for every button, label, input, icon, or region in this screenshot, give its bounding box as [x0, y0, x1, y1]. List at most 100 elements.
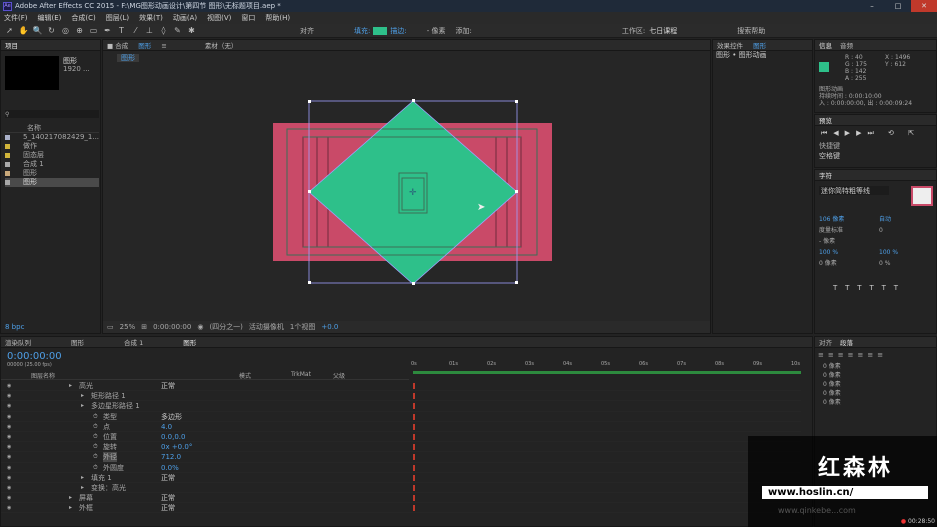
keyframe-marker[interactable]: [413, 474, 415, 481]
menu-item-2[interactable]: 合成(C): [71, 13, 95, 23]
workspace-select[interactable]: 七日课程: [649, 26, 677, 36]
keyframe-marker[interactable]: [413, 444, 415, 451]
project-item[interactable]: 固态层: [5, 151, 99, 160]
visibility-eye-icon[interactable]: ◉: [7, 412, 11, 422]
timeline-row-value[interactable]: 0.0%: [161, 463, 179, 473]
timeline-row-value[interactable]: 正常: [161, 503, 175, 513]
twirl-icon[interactable]: ▸: [69, 493, 72, 503]
project-search-input[interactable]: ⚲: [5, 110, 99, 118]
pen-tool-icon[interactable]: ✒: [102, 25, 113, 36]
twirl-icon[interactable]: ⏱: [93, 452, 98, 462]
paragraph-align-buttons[interactable]: ≡≡≡≡≡≡≡: [815, 348, 936, 362]
paragraph-value[interactable]: 0 像素: [823, 398, 936, 407]
text-style-buttons[interactable]: TTTTTT: [833, 284, 906, 292]
visibility-eye-icon[interactable]: ◉: [7, 432, 11, 442]
tsume[interactable]: 0 %: [879, 260, 890, 267]
text-tool-icon[interactable]: T: [116, 25, 127, 36]
tracking[interactable]: 0: [879, 227, 883, 234]
minimize-button[interactable]: –: [859, 0, 885, 12]
twirl-icon[interactable]: ▸: [69, 503, 72, 513]
bpc-indicator[interactable]: 8 bpc: [5, 323, 24, 331]
add-label[interactable]: 添加:: [455, 26, 471, 36]
paragraph-value[interactable]: 0 像素: [823, 371, 936, 380]
timeline-timecode[interactable]: 0:00:00:00: [7, 351, 62, 362]
roto-tool-icon[interactable]: ✎: [172, 25, 183, 36]
monitor-icon[interactable]: ▭: [107, 323, 114, 331]
menu-item-3[interactable]: 图层(L): [106, 13, 129, 23]
puppet-tool-icon[interactable]: ✱: [186, 25, 197, 36]
baseline-shift[interactable]: 0 像素: [819, 260, 837, 267]
timeline-row[interactable]: ◉ ▸ 外框 正常: [1, 503, 801, 514]
visibility-eye-icon[interactable]: ◉: [7, 503, 11, 513]
twirl-icon[interactable]: ⏱: [93, 412, 98, 422]
work-area-bar[interactable]: [413, 371, 801, 374]
tab-align[interactable]: 对齐: [819, 337, 832, 347]
timeline-row-value[interactable]: 正常: [161, 381, 175, 391]
keyframe-marker[interactable]: [413, 495, 415, 502]
horizontal-scale[interactable]: 100 %: [879, 249, 898, 256]
timeline-row-value[interactable]: 4.0: [161, 422, 172, 432]
timeline-row[interactable]: ◉ ▸ 填充 1 正常: [1, 473, 801, 483]
twirl-icon[interactable]: ▸: [81, 391, 84, 401]
playback-controls[interactable]: ⏮◀▶▶⏭ ⟲ ⇱: [815, 126, 936, 141]
search-help[interactable]: 搜索帮助: [737, 26, 765, 36]
visibility-eye-icon[interactable]: ◉: [7, 401, 11, 411]
keyframe-marker[interactable]: [413, 383, 415, 389]
timeline-row[interactable]: ◉ ▸ 矩形路径 1: [1, 391, 801, 402]
timeline-row[interactable]: ◉ ⏱ 位置 0.0,0.0: [1, 432, 801, 443]
timeline-row[interactable]: ◉ ⏱ 外径 712.0: [1, 452, 801, 463]
timeline-row[interactable]: ◉ ▸ 多边星形路径 1: [1, 401, 801, 412]
twirl-icon[interactable]: ▸: [81, 483, 84, 493]
timeline-row-value[interactable]: 正常: [161, 493, 175, 503]
vertical-scale[interactable]: 100 %: [819, 249, 838, 256]
tab-info[interactable]: 信息: [819, 40, 832, 50]
twirl-icon[interactable]: ▸: [81, 401, 84, 411]
tab-preview[interactable]: 预览: [819, 115, 832, 125]
camera-tool-icon[interactable]: ◎: [60, 25, 71, 36]
shortcut-select[interactable]: 空格键: [815, 151, 936, 161]
project-item[interactable]: 做作: [5, 142, 99, 151]
timeline-row[interactable]: ◉ ▸ 变换：高光: [1, 483, 801, 494]
comp-viewer[interactable]: ✛ ➤: [103, 40, 712, 322]
stroke-width[interactable]: - 像素: [427, 26, 446, 36]
time-ruler[interactable]: 0s 01s 02s 03s 04s 05s 06s 07s 08s 09s 10s: [411, 359, 801, 371]
stroke-size[interactable]: - 像素: [819, 238, 835, 245]
views-select[interactable]: 1个视图: [290, 322, 315, 332]
maximize-button[interactable]: □: [885, 0, 911, 12]
col-parent[interactable]: 父级: [333, 371, 345, 380]
visibility-eye-icon[interactable]: ◉: [7, 422, 11, 432]
menu-item-7[interactable]: 窗口: [241, 13, 255, 23]
keyframe-marker[interactable]: [413, 454, 415, 461]
keyframe-marker[interactable]: [413, 484, 415, 491]
timeline-tab[interactable]: 合成 1: [124, 337, 143, 347]
timeline-tab[interactable]: 图形: [183, 337, 196, 347]
project-item[interactable]: 5_140217082429_1...: [5, 133, 99, 142]
timeline-tab[interactable]: 渲染队列: [5, 337, 31, 347]
col-layer-name[interactable]: 图层名称: [31, 371, 55, 380]
align-label[interactable]: 对齐: [300, 26, 314, 36]
keyframe-marker[interactable]: [413, 403, 415, 410]
leading[interactable]: 自动: [879, 216, 891, 223]
comp-timecode[interactable]: 0:00:00:00: [153, 323, 191, 331]
fill-swatch[interactable]: [373, 26, 388, 35]
paragraph-value[interactable]: 0 像素: [823, 362, 936, 371]
project-item[interactable]: 合成 1: [5, 160, 99, 169]
menu-item-6[interactable]: 视图(V): [207, 13, 231, 23]
grid-icon[interactable]: ⊞: [141, 323, 147, 331]
menu-item-1[interactable]: 编辑(E): [38, 13, 62, 23]
visibility-eye-icon[interactable]: ◉: [7, 442, 11, 452]
project-item[interactable]: 图形: [5, 169, 99, 178]
timeline-row[interactable]: ◉ ⏱ 外圆度 0.0%: [1, 463, 801, 473]
column-name-header[interactable]: 名称: [27, 124, 41, 132]
snapshot-icon[interactable]: ◉: [197, 323, 203, 331]
font-size[interactable]: 106 像素: [819, 216, 844, 223]
twirl-icon[interactable]: ⏱: [93, 463, 98, 473]
kerning[interactable]: 度量标准: [819, 227, 843, 234]
visibility-eye-icon[interactable]: ◉: [7, 381, 11, 391]
brush-tool-icon[interactable]: ⁄: [130, 25, 141, 36]
tab-effect-controls[interactable]: 效果控件 图形: [717, 40, 774, 50]
pan-tool-icon[interactable]: ⊕: [74, 25, 85, 36]
keyframe-marker[interactable]: [413, 423, 415, 430]
keyframe-marker[interactable]: [413, 464, 415, 471]
timeline-row-value[interactable]: 0x +0.0°: [161, 442, 192, 452]
